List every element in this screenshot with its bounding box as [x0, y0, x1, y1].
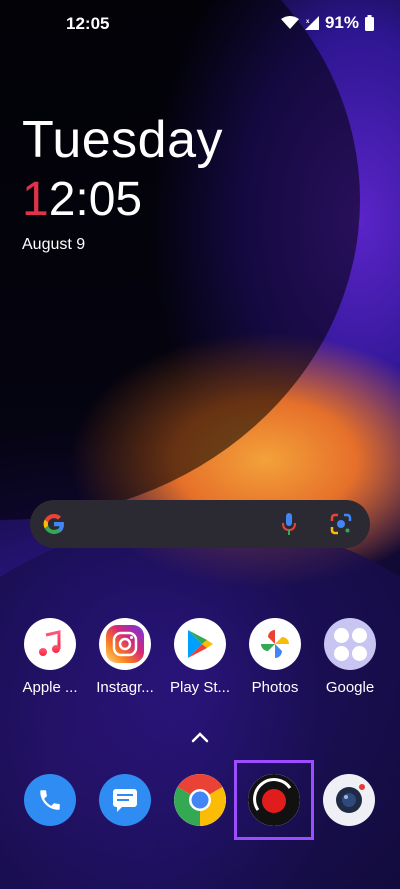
clock-time-first-digit: 1	[22, 173, 49, 226]
clock-time[interactable]: 12:05	[22, 172, 142, 227]
app-label: Play St...	[169, 679, 231, 696]
battery-icon	[365, 15, 374, 31]
chrome-icon[interactable]	[174, 774, 226, 826]
app-label: Google	[325, 679, 375, 696]
app-folder-google[interactable]: Google	[312, 618, 388, 696]
wifi-icon	[280, 16, 299, 30]
microphone-icon[interactable]	[282, 513, 296, 540]
google-folder-icon	[324, 618, 376, 670]
clock-time-rest: 2:05	[48, 173, 143, 226]
svg-text:x: x	[306, 19, 310, 25]
lens-icon[interactable]	[330, 513, 352, 540]
app-apple-music[interactable]: Apple ...	[12, 618, 88, 696]
google-g-icon	[42, 512, 66, 541]
app-label: Photos	[251, 679, 299, 696]
clock-date[interactable]: August 9	[22, 236, 85, 254]
app-play-store[interactable]: Play St...	[162, 618, 238, 696]
app-label: Apple ...	[22, 679, 78, 696]
apple-music-icon	[24, 618, 76, 670]
clock-day: Tuesday	[22, 111, 224, 169]
status-time: 12:05	[66, 14, 110, 33]
app-drawer-chevron-icon[interactable]	[190, 730, 210, 748]
photos-icon	[249, 618, 301, 670]
phone-icon[interactable]	[24, 774, 76, 826]
google-search-bar[interactable]	[30, 500, 370, 548]
instagram-icon	[99, 618, 151, 670]
messages-icon[interactable]	[99, 774, 151, 826]
selection-highlight	[234, 760, 314, 840]
play-store-icon	[174, 618, 226, 670]
camera-icon[interactable]	[323, 774, 375, 826]
battery-percent: 91%	[324, 13, 359, 32]
app-instagram[interactable]: Instagr...	[87, 618, 163, 696]
app-photos[interactable]: Photos	[237, 618, 313, 696]
home-screen: 12:05 x 91% Tuesday 12:05 August 9 Apple…	[0, 0, 400, 889]
status-icons: x 91%	[280, 13, 374, 33]
signal-icon: x	[304, 16, 319, 30]
app-label: Instagr...	[96, 679, 154, 696]
